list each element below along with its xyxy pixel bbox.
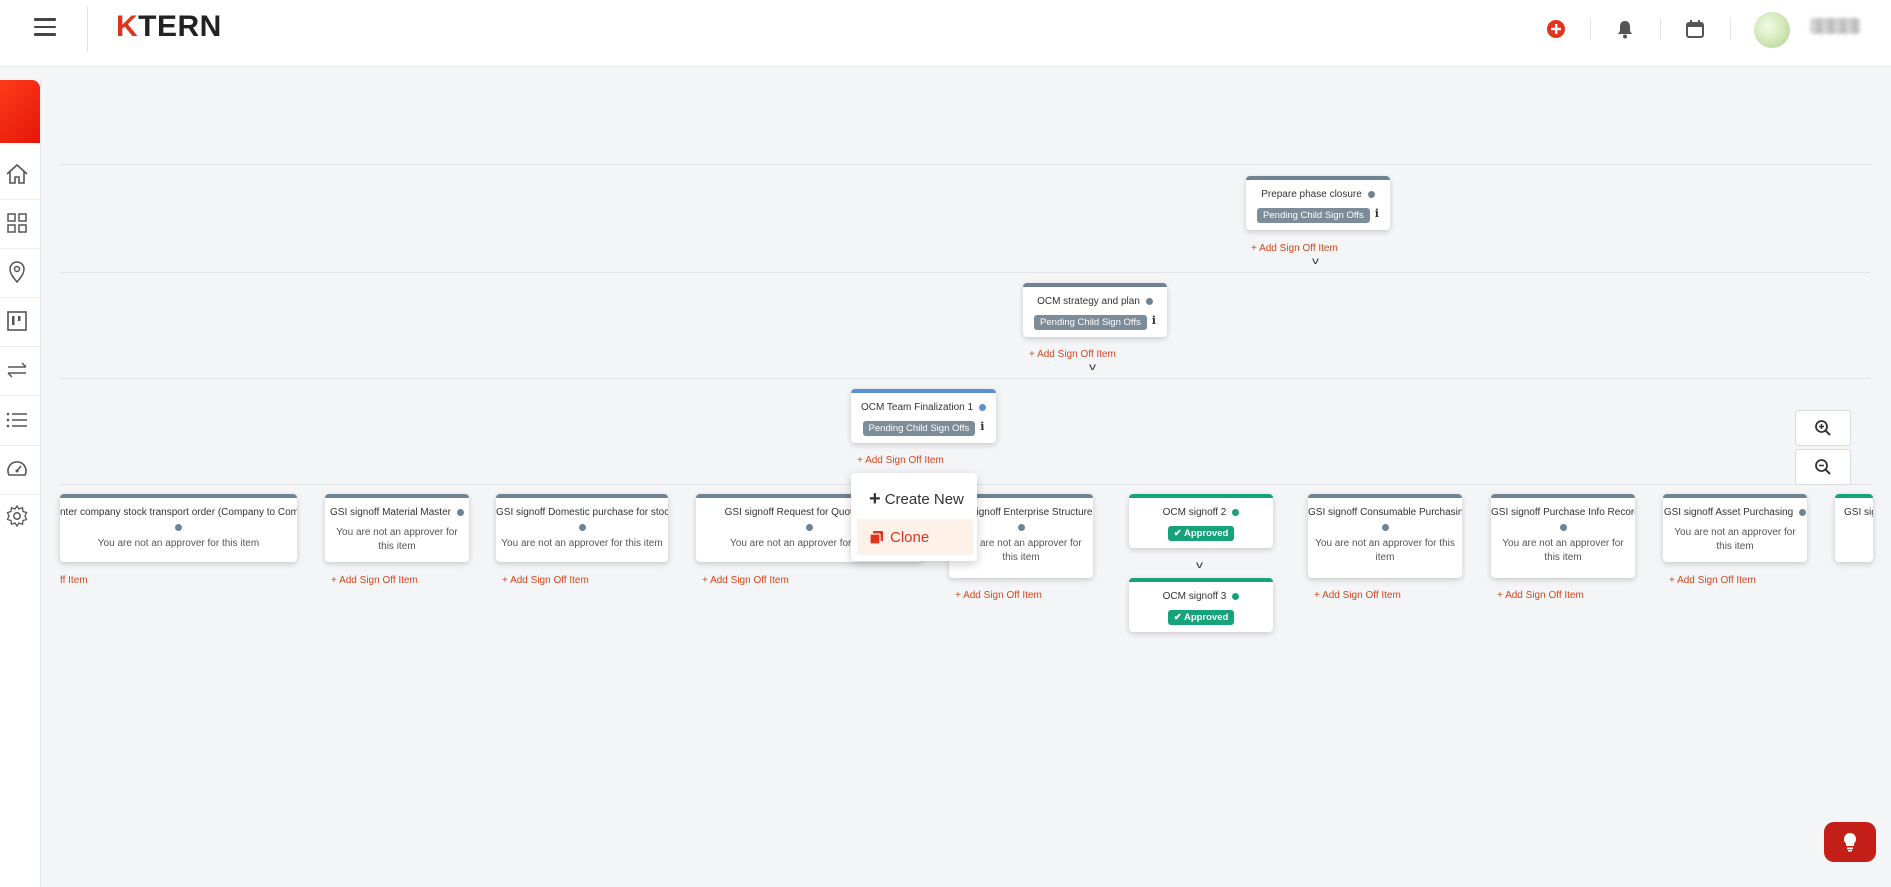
zoom-in-icon xyxy=(1815,420,1831,436)
zoom-out-button[interactable] xyxy=(1795,449,1851,485)
node-leaf-6[interactable]: OCM signoff 3 ✔ Approved xyxy=(1129,578,1273,632)
node-leaf-5[interactable]: OCM signoff 2 ✔ Approved xyxy=(1129,494,1273,548)
add-sign-off-item-link[interactable]: + Add Sign Off Item xyxy=(331,575,418,586)
node-leaf-2[interactable]: GSI signoff Domestic purchase for stock … xyxy=(496,494,668,562)
org-tree-canvas: Prepare phase closure Pending Child Sign… xyxy=(0,0,1891,887)
add-sign-off-item-link[interactable]: + Add Sign Off Item xyxy=(1669,575,1756,586)
status-badge: ✔ Approved xyxy=(1167,526,1235,541)
status-dot xyxy=(1017,524,1025,531)
check-circle-icon: ✔ xyxy=(1173,612,1182,623)
add-sign-off-item-link[interactable]: + Add Sign Off Item xyxy=(502,575,589,586)
add-sign-off-item-link[interactable]: + Add Sign Off Item xyxy=(1029,349,1116,360)
create-new-menu-item[interactable]: + Create New xyxy=(851,481,977,517)
status-dot xyxy=(1145,297,1153,305)
plus-icon: + xyxy=(869,487,881,510)
add-sign-off-item-link[interactable]: + Add Sign Off Item xyxy=(955,590,1042,601)
level-line xyxy=(60,164,1870,165)
clone-menu-item[interactable]: Clone xyxy=(857,519,973,555)
info-icon[interactable]: i xyxy=(1375,207,1379,220)
add-sign-off-item-link[interactable]: + Add Sign Off Item xyxy=(1314,590,1401,601)
check-circle-icon: ✔ xyxy=(1173,528,1182,539)
node-leaf-9[interactable]: GSI signoff Asset Purchasing You are not… xyxy=(1663,494,1807,562)
status-badge: Pending Child Sign Offs xyxy=(1034,315,1147,330)
status-badge: Pending Child Sign Offs xyxy=(1257,208,1370,223)
status-dot xyxy=(1232,592,1240,600)
add-sign-off-item-link[interactable]: ff Item xyxy=(60,575,88,586)
status-dot xyxy=(1799,508,1807,516)
clone-icon xyxy=(869,530,883,545)
info-icon[interactable]: i xyxy=(1152,314,1156,327)
status-dot xyxy=(456,508,464,516)
lightbulb-icon xyxy=(1843,832,1857,852)
add-sign-off-item-link[interactable]: + Add Sign Off Item xyxy=(857,455,944,466)
level-line xyxy=(60,272,1870,273)
add-sign-off-item-link[interactable]: + Add Sign Off Item xyxy=(1251,243,1338,254)
status-badge: Pending Child Sign Offs xyxy=(862,421,976,436)
status-dot xyxy=(578,524,586,531)
add-sign-off-item-link[interactable]: + Add Sign Off Item xyxy=(702,575,789,586)
status-dot xyxy=(979,403,987,411)
status-badge: ✔ Approved xyxy=(1167,610,1235,625)
status-dot xyxy=(1381,524,1389,531)
node-leaf-1[interactable]: GSI signoff Material Master You are not … xyxy=(325,494,469,562)
chevron-down-icon[interactable]: v xyxy=(1312,256,1319,267)
add-sign-off-item-link[interactable]: + Add Sign Off Item xyxy=(1497,590,1584,601)
node-leaf-8[interactable]: GSI signoff Purchase Info Record You are… xyxy=(1491,494,1635,578)
node-ocm-strategy-and-plan[interactable]: OCM strategy and plan Pending Child Sign… xyxy=(1023,283,1167,337)
status-dot xyxy=(805,524,813,531)
chevron-down-icon[interactable]: v xyxy=(1196,560,1203,571)
info-icon[interactable]: i xyxy=(980,420,984,433)
context-menu: + Create New Clone xyxy=(851,473,977,561)
zoom-out-icon xyxy=(1815,459,1831,475)
status-dot xyxy=(1232,508,1240,516)
status-dot xyxy=(175,524,182,531)
node-prepare-phase-closure[interactable]: Prepare phase closure Pending Child Sign… xyxy=(1246,176,1390,230)
node-ocm-team-finalization-1[interactable]: OCM Team Finalization 1 Pending Child Si… xyxy=(851,389,996,443)
help-button[interactable] xyxy=(1824,822,1876,862)
node-leaf-7[interactable]: GSI signoff Consumable Purchasing You ar… xyxy=(1308,494,1462,578)
node-leaf-10[interactable]: GSI sig xyxy=(1835,494,1873,562)
zoom-in-button[interactable] xyxy=(1795,410,1851,446)
node-leaf-0[interactable]: nter company stock transport order (Comp… xyxy=(60,494,297,562)
chevron-down-icon[interactable]: v xyxy=(1089,362,1096,373)
level-line xyxy=(60,378,1870,379)
status-dot xyxy=(1559,524,1567,531)
status-dot xyxy=(1367,190,1375,198)
